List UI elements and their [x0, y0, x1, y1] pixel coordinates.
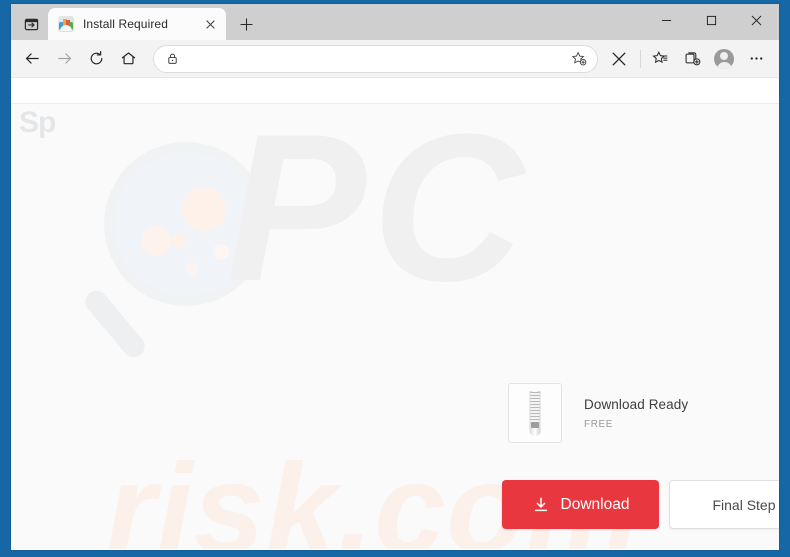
zip-file-icon — [508, 383, 562, 443]
refresh-icon — [90, 50, 102, 65]
window-controls — [644, 4, 779, 36]
page-content: Sp PC risk.com Download Ready FREE Downl… — [11, 104, 779, 549]
collections-button[interactable] — [677, 44, 707, 74]
close-icon — [205, 19, 215, 29]
padlock-icon — [167, 53, 177, 64]
watermark-pc: PC — [226, 104, 530, 325]
maximize-icon — [706, 15, 717, 25]
plus-icon — [239, 17, 253, 31]
stop-x-icon — [612, 52, 626, 65]
close-window-button[interactable] — [734, 4, 779, 36]
collections-icon — [685, 52, 700, 66]
download-ready-card: Download Ready FREE — [508, 383, 688, 443]
tab-title: Install Required — [83, 17, 168, 31]
add-favorite-button[interactable] — [567, 47, 591, 71]
settings-menu-button[interactable] — [741, 44, 771, 74]
minimize-button[interactable] — [644, 4, 689, 36]
tab-actions-icon — [24, 18, 38, 30]
download-ready-title: Download Ready — [584, 396, 689, 412]
download-card-text: Download Ready FREE — [584, 397, 688, 430]
forward-button[interactable] — [49, 44, 79, 74]
screenshot-frame: Install Required Sp PC risk.com Download… — [0, 0, 790, 557]
profile-avatar-icon — [714, 48, 734, 69]
tab-favicon-icon — [58, 16, 74, 32]
minimize-icon — [661, 19, 672, 21]
favorites-star-icon — [651, 51, 667, 64]
favorites-button[interactable] — [645, 44, 675, 74]
address-bar[interactable] — [153, 44, 598, 73]
back-arrow-icon — [25, 53, 39, 64]
tab-strip: Install Required — [11, 4, 779, 40]
refresh-button[interactable] — [81, 44, 111, 74]
home-button[interactable] — [113, 44, 143, 74]
toolbar-separator — [640, 49, 641, 68]
final-step-button[interactable]: Final Step — [669, 480, 779, 529]
tab-actions-button[interactable] — [17, 11, 45, 37]
download-button-label: Download — [560, 495, 630, 513]
download-button[interactable]: Download — [502, 480, 659, 529]
site-logo-fragment: Sp — [19, 106, 56, 139]
browser-window: Install Required Sp PC risk.com Download… — [11, 4, 779, 550]
toolbar-gap-strip — [11, 78, 779, 104]
action-buttons-row: Download Final Step — [502, 480, 779, 529]
close-window-icon — [751, 15, 762, 25]
download-arrow-icon — [534, 496, 547, 511]
download-price-label: FREE — [584, 418, 614, 430]
more-options-icon — [750, 57, 762, 60]
profile-button[interactable] — [709, 44, 739, 74]
final-step-button-label: Final Step — [712, 496, 776, 513]
lock-icon — [164, 51, 180, 67]
back-button[interactable] — [17, 44, 47, 74]
browser-tab[interactable]: Install Required — [48, 8, 226, 40]
new-tab-button[interactable] — [232, 10, 260, 38]
home-icon — [121, 52, 135, 65]
tab-close-button[interactable] — [200, 14, 220, 34]
add-favorite-star-icon — [571, 51, 587, 65]
forward-arrow-icon — [57, 53, 71, 64]
navigation-toolbar — [11, 40, 779, 78]
stop-loading-button[interactable] — [604, 44, 634, 74]
maximize-button[interactable] — [689, 4, 734, 36]
